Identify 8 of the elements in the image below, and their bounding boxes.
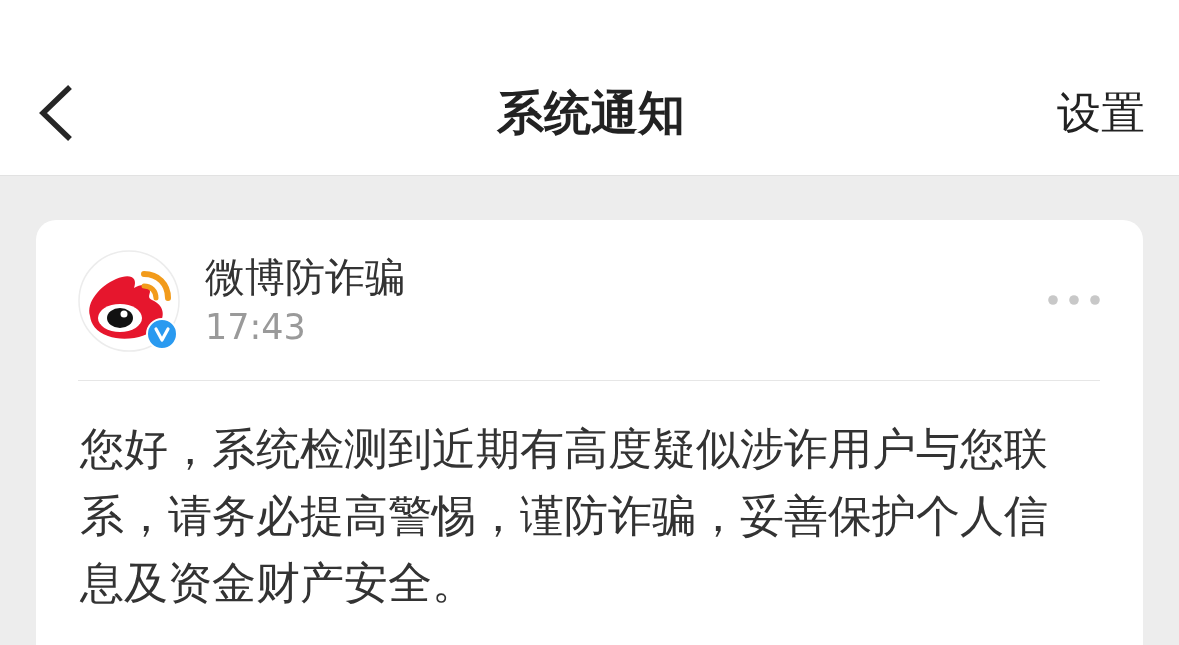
back-button[interactable] [37, 83, 73, 142]
back-icon [37, 83, 73, 142]
logo-avatar-icon [78, 250, 180, 352]
settings-button[interactable]: 设置 [1057, 84, 1145, 141]
sender-name: 微博防诈骗 [205, 253, 406, 302]
message-time: 17:43 [205, 306, 307, 349]
page-title: 系统通知 [497, 83, 685, 142]
message-text: 您好，系统检测到近期有高度疑似涉诈用户与您联系，请务必提高警惕，谨防诈骗，妥善保护个人信息及资金财产安全。 [80, 422, 1049, 610]
